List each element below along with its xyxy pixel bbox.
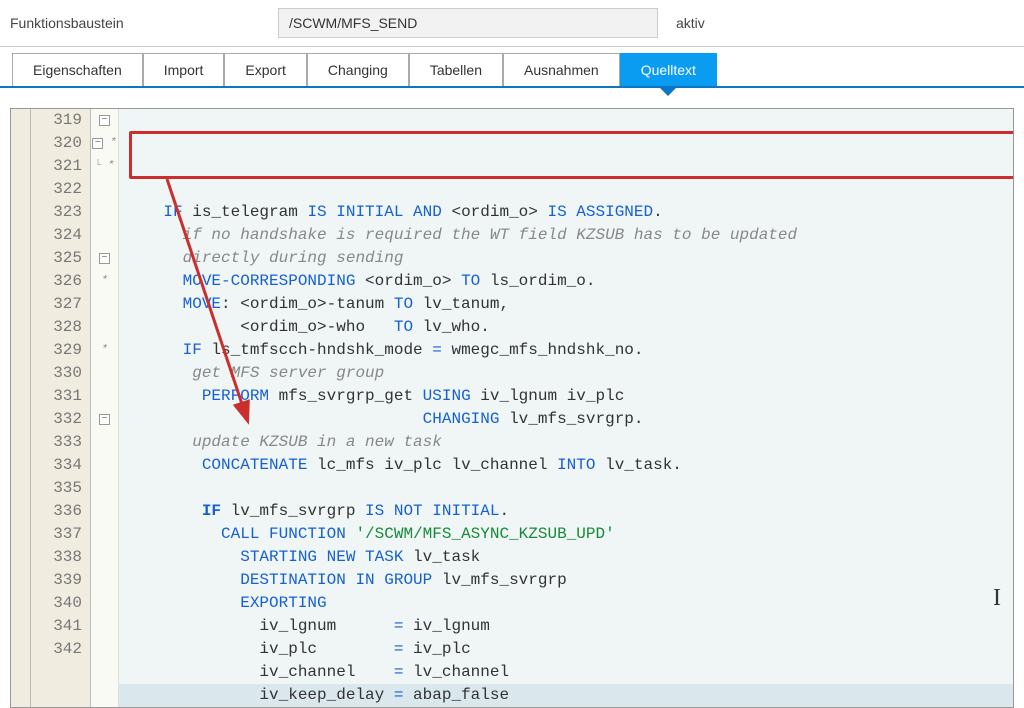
fold-gutter: −− *└ *−**− <box>91 109 119 707</box>
code-line[interactable]: directly during sending <box>119 247 1013 270</box>
fold-cell[interactable] <box>91 638 118 661</box>
line-number: 321 <box>31 155 90 178</box>
tab-export[interactable]: Export <box>224 53 306 86</box>
code-line[interactable]: MOVE-CORRESPONDING <ordim_o> TO ls_ordim… <box>119 270 1013 293</box>
module-type-label: Funktionsbaustein <box>10 15 270 31</box>
fold-cell[interactable]: * <box>91 339 118 362</box>
fold-cell[interactable]: * <box>91 270 118 293</box>
fold-cell[interactable] <box>91 293 118 316</box>
code-line[interactable]: CONCATENATE lc_mfs iv_plc lv_channel INT… <box>119 454 1013 477</box>
code-line[interactable]: get MFS server group <box>119 362 1013 385</box>
code-line[interactable]: DESTINATION IN GROUP lv_mfs_svrgrp <box>119 569 1013 592</box>
tab-tabellen[interactable]: Tabellen <box>409 53 503 86</box>
code-line[interactable] <box>119 477 1013 500</box>
code-line[interactable]: EXPORTING <box>119 592 1013 615</box>
code-line[interactable]: STARTING NEW TASK lv_task <box>119 546 1013 569</box>
line-number: 338 <box>31 546 90 569</box>
fold-cell[interactable] <box>91 454 118 477</box>
line-number: 332 <box>31 408 90 431</box>
fold-cell[interactable]: − <box>91 247 118 270</box>
module-name-field[interactable]: /SCWM/MFS_SEND <box>278 8 658 38</box>
line-number: 327 <box>31 293 90 316</box>
tab-quelltext[interactable]: Quelltext <box>620 53 717 86</box>
line-number: 326 <box>31 270 90 293</box>
code-line[interactable]: IF ls_tmfscch-hndshk_mode = wmegc_mfs_hn… <box>119 339 1013 362</box>
header-bar: Funktionsbaustein /SCWM/MFS_SEND aktiv <box>0 0 1024 47</box>
fold-cell[interactable]: └ * <box>91 155 118 178</box>
fold-cell[interactable] <box>91 592 118 615</box>
code-line[interactable]: iv_keep_delay = abap_false <box>119 684 1013 707</box>
line-number: 324 <box>31 224 90 247</box>
code-editor[interactable]: 3193203213223233243253263273283293303313… <box>10 108 1014 708</box>
fold-cell[interactable] <box>91 546 118 569</box>
fold-cell[interactable] <box>91 569 118 592</box>
code-line[interactable]: update KZSUB in a new task <box>119 431 1013 454</box>
annotation-box <box>129 131 1013 179</box>
line-number: 340 <box>31 592 90 615</box>
line-number: 336 <box>31 500 90 523</box>
fold-cell[interactable] <box>91 523 118 546</box>
fold-cell[interactable] <box>91 178 118 201</box>
fold-cell[interactable]: − <box>91 109 118 132</box>
text-cursor-icon: I <box>993 585 1001 612</box>
line-number: 337 <box>31 523 90 546</box>
fold-cell[interactable] <box>91 224 118 247</box>
fold-cell[interactable] <box>91 500 118 523</box>
line-number: 333 <box>31 431 90 454</box>
fold-cell[interactable] <box>91 385 118 408</box>
code-line[interactable]: CALL FUNCTION '/SCWM/MFS_ASYNC_KZSUB_UPD… <box>119 523 1013 546</box>
fold-cell[interactable] <box>91 477 118 500</box>
line-number: 319 <box>31 109 90 132</box>
line-number: 334 <box>31 454 90 477</box>
code-line[interactable]: MOVE: <ordim_o>-tanum TO lv_tanum, <box>119 293 1013 316</box>
code-line[interactable]: <ordim_o>-who TO lv_who. <box>119 316 1013 339</box>
fold-cell[interactable] <box>91 431 118 454</box>
tab-changing[interactable]: Changing <box>307 53 409 86</box>
line-number: 328 <box>31 316 90 339</box>
code-line[interactable]: iv_channel = lv_channel <box>119 661 1013 684</box>
line-number: 342 <box>31 638 90 661</box>
fold-cell[interactable]: − * <box>91 132 118 155</box>
fold-cell[interactable] <box>91 362 118 385</box>
status-label: aktiv <box>666 15 705 31</box>
line-number: 339 <box>31 569 90 592</box>
fold-cell[interactable]: − <box>91 408 118 431</box>
line-number: 335 <box>31 477 90 500</box>
tab-import[interactable]: Import <box>143 53 225 86</box>
code-line[interactable]: IF lv_mfs_svrgrp IS NOT INITIAL. <box>119 500 1013 523</box>
tab-bar: Eigenschaften Import Export Changing Tab… <box>0 47 1024 88</box>
line-number: 341 <box>31 615 90 638</box>
code-line[interactable]: if no handshake is required the WT field… <box>119 224 1013 247</box>
code-body[interactable]: IF is_telegram IS INITIAL AND <ordim_o> … <box>119 109 1013 707</box>
line-number: 323 <box>31 201 90 224</box>
fold-cell[interactable] <box>91 316 118 339</box>
line-number: 320 <box>31 132 90 155</box>
tab-ausnahmen[interactable]: Ausnahmen <box>503 53 620 86</box>
line-number: 330 <box>31 362 90 385</box>
code-line[interactable]: iv_plc = iv_plc <box>119 638 1013 661</box>
line-number: 322 <box>31 178 90 201</box>
line-number-gutter: 3193203213223233243253263273283293303313… <box>31 109 91 707</box>
line-number: 331 <box>31 385 90 408</box>
code-line[interactable]: iv_lgnum = iv_lgnum <box>119 615 1013 638</box>
fold-cell[interactable] <box>91 201 118 224</box>
line-number: 325 <box>31 247 90 270</box>
fold-cell[interactable] <box>91 615 118 638</box>
code-line[interactable]: IF is_telegram IS INITIAL AND <ordim_o> … <box>119 201 1013 224</box>
ruler-gutter <box>11 109 31 707</box>
line-number: 329 <box>31 339 90 362</box>
code-line[interactable]: PERFORM mfs_svrgrp_get USING iv_lgnum iv… <box>119 385 1013 408</box>
code-line[interactable]: CHANGING lv_mfs_svrgrp. <box>119 408 1013 431</box>
tab-eigenschaften[interactable]: Eigenschaften <box>12 53 143 86</box>
